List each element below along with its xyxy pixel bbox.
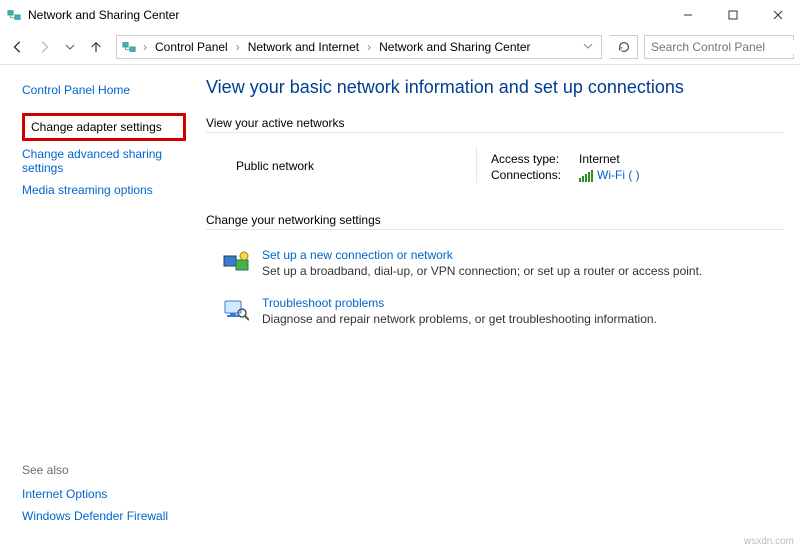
chevron-right-icon[interactable]: › (141, 40, 149, 54)
close-button[interactable] (755, 1, 800, 29)
content: Control Panel Home Change adapter settin… (0, 65, 800, 549)
divider (206, 132, 784, 133)
setup-connection-desc: Set up a broadband, dial-up, or VPN conn… (262, 264, 702, 278)
wifi-signal-icon (579, 168, 593, 182)
active-networks-heading: View your active networks (206, 116, 784, 130)
network-sharing-center-icon (121, 39, 137, 55)
sidebar-link-label: Change adapter settings (31, 120, 162, 134)
breadcrumb-box[interactable]: › Control Panel › Network and Internet ›… (116, 35, 602, 59)
chevron-right-icon[interactable]: › (365, 40, 373, 54)
maximize-button[interactable] (710, 1, 755, 29)
access-type-value: Internet (579, 152, 620, 166)
windows-defender-firewall-link[interactable]: Windows Defender Firewall (22, 505, 186, 527)
network-sharing-center-icon (6, 7, 22, 23)
search-input[interactable] (651, 40, 800, 54)
internet-options-link[interactable]: Internet Options (22, 483, 186, 505)
address-bar: › Control Panel › Network and Internet ›… (0, 30, 800, 64)
troubleshoot-item[interactable]: Troubleshoot problems Diagnose and repai… (206, 292, 784, 340)
up-button[interactable] (84, 35, 108, 59)
access-type-label: Access type: (491, 152, 571, 166)
troubleshoot-title: Troubleshoot problems (262, 296, 657, 310)
divider (206, 229, 784, 230)
troubleshoot-desc: Diagnose and repair network problems, or… (262, 312, 657, 326)
wifi-connection-link[interactable]: Wi-Fi ( ) (579, 168, 640, 182)
back-button[interactable] (6, 35, 30, 59)
address-dropdown-button[interactable] (579, 40, 597, 54)
breadcrumb-item[interactable]: Network and Sharing Center (377, 40, 532, 54)
media-streaming-options-link[interactable]: Media streaming options (22, 179, 186, 201)
change-adapter-settings-link[interactable]: Change adapter settings (22, 113, 186, 141)
setup-connection-title: Set up a new connection or network (262, 248, 702, 262)
window-title: Network and Sharing Center (28, 8, 665, 22)
see-also-section: See also Internet Options Windows Defend… (22, 457, 186, 539)
change-advanced-sharing-link[interactable]: Change advanced sharing settings (22, 143, 186, 179)
setup-connection-icon (222, 248, 250, 276)
control-panel-home-link[interactable]: Control Panel Home (22, 79, 186, 111)
sidebar: Control Panel Home Change adapter settin… (0, 65, 196, 549)
active-network-row: Public network Access type: Internet Con… (206, 147, 784, 183)
wifi-connection-label: Wi-Fi ( ) (597, 168, 640, 182)
minimize-button[interactable] (665, 1, 710, 29)
titlebar: Network and Sharing Center (0, 0, 800, 30)
watermark: wsxdn.com (744, 536, 794, 547)
page-heading: View your basic network information and … (206, 77, 784, 98)
see-also-heading: See also (22, 457, 186, 483)
main-pane: View your basic network information and … (196, 65, 800, 549)
search-box[interactable] (644, 35, 794, 59)
recent-locations-button[interactable] (58, 35, 82, 59)
setup-connection-item[interactable]: Set up a new connection or network Set u… (206, 244, 784, 292)
troubleshoot-icon (222, 296, 250, 324)
breadcrumb-item[interactable]: Network and Internet (246, 40, 361, 54)
network-profile-label: Public network (236, 159, 476, 173)
refresh-button[interactable] (610, 35, 638, 59)
breadcrumb-item[interactable]: Control Panel (153, 40, 230, 54)
chevron-right-icon[interactable]: › (234, 40, 242, 54)
connections-label: Connections: (491, 168, 571, 182)
change-settings-heading: Change your networking settings (206, 213, 784, 227)
forward-button[interactable] (32, 35, 56, 59)
